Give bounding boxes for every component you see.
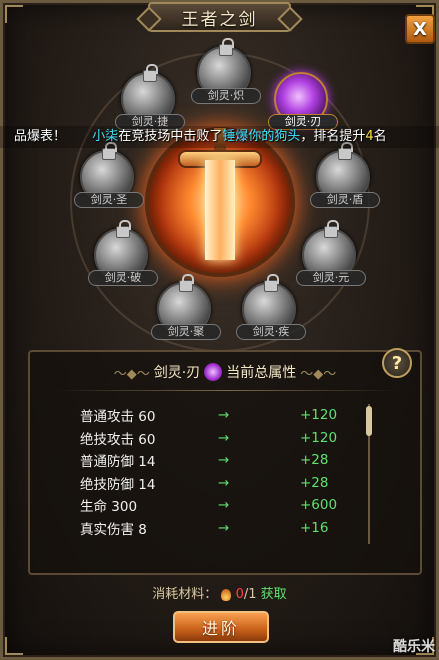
- attribute-row: 真实伤害 8 → +16: [80, 517, 380, 540]
- attribute-gain: +120: [300, 407, 338, 424]
- attribute-name: 绝技攻击 60: [80, 431, 156, 448]
- arrow-right-icon: →: [218, 497, 230, 514]
- lock-icon: [143, 64, 158, 82]
- spirit-node-ji[interactable]: 剑灵·疾: [236, 274, 306, 340]
- node-label: 剑灵·疾: [236, 324, 306, 340]
- help-button[interactable]: ?: [382, 348, 412, 378]
- attribute-name: 普通防御 14: [80, 454, 156, 471]
- attribute-list: 普通攻击 60 → +120 绝技攻击 60 → +120 普通防御 14 → …: [80, 404, 380, 539]
- lock-icon: [102, 142, 117, 160]
- attribute-row: 普通防御 14 → +28: [80, 449, 380, 472]
- node-label: 剑灵·聚: [151, 324, 221, 340]
- lock-icon: [264, 274, 279, 292]
- attribute-name: 真实伤害 8: [80, 521, 147, 538]
- close-button[interactable]: X: [405, 14, 435, 44]
- attribute-row: 生命 300 → +600: [80, 494, 380, 517]
- attribute-gain: +28: [300, 474, 329, 491]
- spirit-node-jie[interactable]: 剑灵·捷: [115, 64, 185, 130]
- corner-ornament: [5, 5, 23, 23]
- ticker-suffix: 名: [373, 129, 387, 144]
- attribute-header: 〜◆〜 剑灵·刃 当前总属性 〜◆〜: [30, 356, 420, 388]
- node-label: 剑灵·炽: [191, 88, 261, 104]
- spirit-node-ren[interactable]: 剑灵·刃: [268, 72, 338, 130]
- arrow-right-icon: →: [218, 474, 230, 491]
- ticker-action: 在竞技场中击败了: [118, 129, 223, 144]
- arrow-right-icon: →: [218, 519, 230, 536]
- spirit-node-ju[interactable]: 剑灵·聚: [151, 274, 221, 340]
- attribute-row: 普通攻击 60 → +120: [80, 404, 380, 427]
- material-required: /1: [243, 587, 257, 602]
- corner-ornament: [5, 637, 23, 655]
- attribute-gain: +28: [300, 452, 329, 469]
- lock-icon: [324, 220, 339, 238]
- attribute-name: 绝技防御 14: [80, 476, 156, 493]
- ticker-prefix: 品爆表！: [14, 129, 67, 144]
- attribute-panel: 〜◆〜 剑灵·刃 当前总属性 〜◆〜 ? 普通攻击 60 → +120 绝技攻击…: [28, 348, 422, 575]
- lock-icon: [179, 274, 194, 292]
- attribute-gain: +16: [300, 519, 329, 536]
- flame-icon: [221, 588, 232, 601]
- node-label: 剑灵·盾: [310, 192, 380, 208]
- material-requirement: 消耗材料： 0/1 获取: [0, 583, 439, 602]
- window-title: 王者之剑: [148, 2, 291, 32]
- get-material-link[interactable]: 获取: [261, 587, 287, 602]
- attribute-gain: +120: [300, 429, 338, 446]
- attribute-name: 普通攻击 60: [80, 409, 156, 426]
- spirit-node-sheng[interactable]: 剑灵·圣: [74, 142, 144, 208]
- node-label: 剑灵·元: [296, 270, 366, 286]
- node-label: 剑灵·圣: [74, 192, 144, 208]
- divider: [54, 390, 398, 391]
- arrow-right-icon: →: [218, 407, 230, 424]
- ticker-opponent: 锤爆你的狗头: [222, 129, 301, 144]
- ticker-rank-change: 4: [365, 129, 374, 144]
- spirit-node-chi[interactable]: 剑灵·炽: [191, 38, 261, 104]
- material-label: 消耗材料：: [152, 587, 218, 602]
- attribute-gain: +600: [300, 497, 338, 514]
- arrow-right-icon: →: [218, 452, 230, 469]
- lock-icon: [116, 220, 131, 238]
- lock-icon: [338, 142, 353, 160]
- watermark: 酷乐米: [393, 639, 435, 655]
- material-current: 0: [235, 587, 244, 602]
- attribute-name: 生命 300: [80, 499, 138, 516]
- spirit-node-dun[interactable]: 剑灵·盾: [310, 142, 380, 208]
- spirit-node-yuan[interactable]: 剑灵·元: [296, 220, 366, 286]
- attribute-row: 绝技防御 14 → +28: [80, 472, 380, 495]
- node-label: 剑灵·破: [88, 270, 158, 286]
- ticker-result: ，排名提升: [300, 129, 366, 144]
- arrow-right-icon: →: [218, 429, 230, 446]
- ornament-right-icon: 〜◆〜: [300, 366, 337, 382]
- lock-icon: [219, 38, 234, 56]
- spirit-node-po[interactable]: 剑灵·破: [88, 220, 158, 286]
- attribute-title: 当前总属性: [226, 365, 297, 381]
- attribute-row: 绝技攻击 60 → +120: [80, 427, 380, 450]
- spirit-orb-icon: [204, 363, 223, 381]
- announcement-ticker: 品爆表！ 小柒在竞技场中击败了锤爆你的狗头，排名提升4名: [0, 126, 439, 148]
- advance-button[interactable]: 进阶: [173, 611, 269, 643]
- sword-blade: [205, 160, 235, 260]
- scrollbar-thumb[interactable]: [366, 406, 372, 436]
- spirit-name: 剑灵·刃: [153, 365, 201, 381]
- ticker-player: 小柒: [92, 129, 119, 144]
- ornament-left-icon: 〜◆〜: [113, 366, 150, 382]
